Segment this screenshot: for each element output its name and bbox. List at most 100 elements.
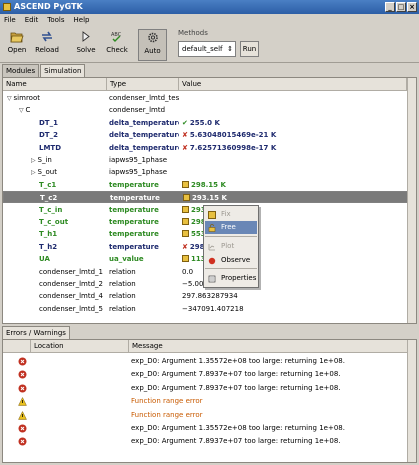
tree-cell-type: temperature: [109, 180, 159, 189]
lock-icon: [182, 218, 189, 225]
open-button[interactable]: Open: [3, 29, 31, 61]
check-button[interactable]: ABC Check: [103, 29, 131, 61]
tree-cell-name: ▽ simroot: [7, 92, 107, 104]
tree-row[interactable]: DT_1 delta_temperature ✔ 255.0 K: [3, 117, 416, 129]
tree-row[interactable]: condenser_lmtd_5 relation −347091.407218: [3, 303, 416, 315]
tree-item-name: LMTD: [39, 143, 62, 152]
menu-item-plot-label: Plot: [221, 242, 235, 250]
tree-row[interactable]: ▷ S_out iapws95_1phase: [3, 166, 416, 178]
tree-row[interactable]: ▽ Ccondenser_lmtd: [3, 104, 416, 116]
tree-cell-value: [182, 104, 404, 116]
tree-row[interactable]: ▷ S_in iapws95_1phase: [3, 154, 416, 166]
tree-item-value: 297.863287934: [182, 292, 238, 301]
tree-cell-name: condenser_lmtd_2: [31, 278, 107, 290]
tree-cell-type: relation: [109, 304, 136, 313]
column-header-value[interactable]: Value: [179, 78, 407, 91]
method-select[interactable]: default_self ⇕: [178, 41, 236, 57]
lock-icon: [208, 211, 216, 219]
error-row[interactable]: exp_D0: Argument 7.8937e+07 too large: r…: [3, 435, 408, 448]
auto-toggle[interactable]: Auto: [138, 29, 167, 61]
menu-file[interactable]: File: [4, 14, 16, 27]
menu-help[interactable]: Help: [74, 14, 90, 27]
error-row[interactable]: exp_D0: Argument 7.8937e+07 too large: r…: [3, 368, 408, 381]
tree-row[interactable]: condenser_lmtd_4 relation 297.863287934: [3, 290, 416, 302]
app-icon: [3, 3, 11, 11]
tree-cell-name: ▽ C: [19, 104, 107, 116]
column-header-location[interactable]: Location: [31, 340, 129, 353]
column-header-name[interactable]: Name: [3, 78, 107, 91]
menu-item-free-label: Free: [221, 223, 236, 231]
tree-cell-name: T_c_in: [31, 204, 107, 216]
tab-errors-warnings[interactable]: Errors / Warnings: [2, 326, 70, 339]
error-message: exp_D0: Argument 7.8937e+07 too large: r…: [131, 370, 341, 379]
tree-cell-value: 298.15 K: [182, 179, 404, 191]
error-row[interactable]: Function range error: [3, 409, 408, 422]
folder-open-icon: [10, 32, 24, 43]
lock-icon: [183, 194, 190, 202]
error-row[interactable]: exp_D0: Argument 7.8937e+07 too large: r…: [3, 382, 408, 395]
menu-separator: [205, 268, 257, 269]
tree-item-name: condenser_lmtd_5: [39, 304, 103, 313]
tree-row[interactable]: T_c2 temperature 293.15 K: [3, 191, 416, 204]
tree-item-name: UA: [39, 255, 50, 264]
column-header-type[interactable]: Type: [107, 78, 179, 91]
cross-icon: ✘: [182, 143, 188, 152]
context-menu: Fix Free Plot Observe Properties: [203, 205, 259, 288]
tree-cell-name: T_c1: [31, 179, 107, 191]
tree-item-value: 298.15 K: [191, 180, 226, 189]
tree-row[interactable]: T_c1 temperature 298.15 K: [3, 179, 416, 191]
tree-item-name: condenser_lmtd_1: [39, 267, 103, 276]
tree-item-value: −347091.407218: [182, 304, 244, 313]
tree-row[interactable]: DT_2 delta_temperature ✘ 5.63048015469e-21 …: [3, 129, 416, 141]
menu-edit[interactable]: Edit: [25, 14, 39, 27]
tree-item-value: 7.62571360998e-17 K: [189, 143, 277, 152]
minimize-button[interactable]: _: [385, 2, 395, 12]
check-label: Check: [106, 46, 128, 54]
close-button[interactable]: ×: [407, 2, 417, 12]
reload-button[interactable]: Reload: [32, 29, 62, 61]
menu-bar: File Edit Tools Help: [0, 14, 419, 27]
tab-modules[interactable]: Modules: [2, 64, 40, 77]
title-bar: ASCEND PyGTK _ □ ×: [0, 0, 419, 14]
tree-cell-name: condenser_lmtd_4: [31, 290, 107, 302]
lock-icon: [182, 255, 189, 263]
error-row[interactable]: Function range error: [3, 395, 408, 408]
solve-button[interactable]: Solve: [72, 29, 100, 61]
errors-panel: Location Message exp_D0: Argument 1.3557…: [2, 339, 417, 463]
menu-item-plot[interactable]: Plot: [205, 240, 257, 253]
error-row[interactable]: exp_D0: Argument 1.35572e+08 too large: …: [3, 355, 408, 368]
column-header-message[interactable]: Message: [129, 340, 408, 353]
tree-row[interactable]: ▽ simroot condenser_lmtd_test: [3, 92, 416, 104]
methods-label: Methods: [178, 29, 208, 37]
tab-simulation[interactable]: Simulation: [40, 64, 86, 77]
svg-text:ABC: ABC: [111, 32, 122, 38]
menu-item-free[interactable]: Free: [205, 221, 257, 234]
menu-item-fix[interactable]: Fix: [205, 208, 257, 221]
solve-arrow-icon: [82, 31, 90, 42]
tree-item-name: T_c_out: [39, 218, 69, 226]
lock-icon: [182, 180, 189, 188]
tree-cell-type: temperature: [109, 218, 159, 226]
maximize-button[interactable]: □: [396, 2, 406, 12]
menu-tools[interactable]: Tools: [47, 14, 64, 27]
tree-item-name: T_c_in: [39, 205, 63, 214]
run-button[interactable]: Run: [240, 41, 259, 57]
column-header-icon[interactable]: [3, 340, 31, 353]
tree-cell-name: LMTD: [31, 142, 107, 154]
tree-cell-value: [182, 154, 404, 166]
tree-item-name: T_c1: [39, 180, 57, 189]
tree-cell-value: ✔ 255.0 K: [182, 117, 404, 129]
tree-scrollbar[interactable]: [407, 78, 416, 323]
error-row[interactable]: exp_D0: Argument 1.35572e+08 too large: …: [3, 422, 408, 435]
tree-cell-type: delta_temperature: [109, 143, 179, 152]
error-icon: [18, 384, 27, 393]
tree-item-name: S_in: [37, 156, 52, 164]
observe-icon: [208, 257, 216, 265]
tree-row[interactable]: LMTD delta_temperature ✘ 7.62571360998e-17 …: [3, 142, 416, 154]
menu-item-properties[interactable]: Properties: [205, 272, 257, 285]
errors-scrollbar[interactable]: [407, 340, 416, 462]
warning-icon: [18, 397, 27, 406]
main-tabs: Modules Simulation: [2, 64, 86, 77]
menu-item-observe[interactable]: Observe: [205, 254, 257, 267]
tree-cell-name: T_c2: [32, 192, 108, 204]
